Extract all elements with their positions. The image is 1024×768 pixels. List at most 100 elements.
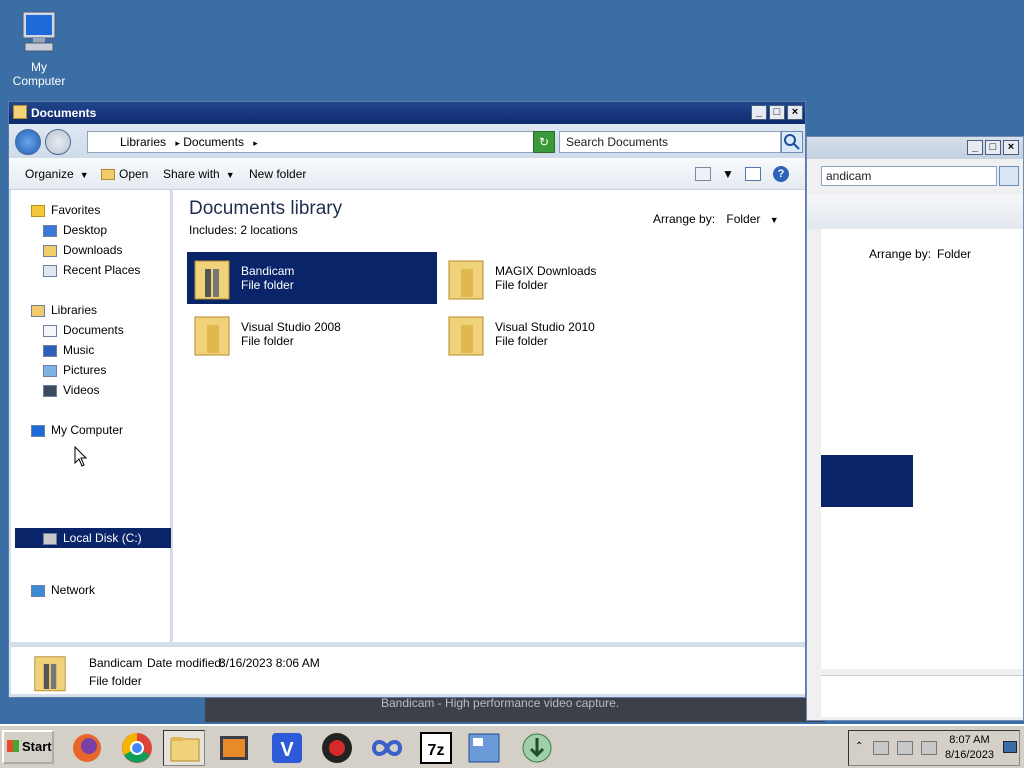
media-icon[interactable] xyxy=(213,730,255,766)
forward-button[interactable] xyxy=(45,129,71,155)
address-bar[interactable]: Libraries ▸ Documents ▸ xyxy=(87,131,535,153)
nav-favorites[interactable]: Favorites xyxy=(31,200,100,220)
library-title: Documents library xyxy=(189,198,343,219)
preview-pane-icon[interactable] xyxy=(745,167,761,181)
documents-window[interactable]: Documents _ □ × Libraries ▸ Documents ▸ … xyxy=(8,101,806,698)
drive-icon xyxy=(43,532,57,545)
library-includes[interactable]: Includes: 2 locations xyxy=(189,223,298,237)
title-bar[interactable]: Documents _ □ × xyxy=(9,102,805,124)
folder-icon xyxy=(194,260,230,300)
nav-computer-label: My Computer xyxy=(51,423,124,437)
installer-icon[interactable] xyxy=(516,730,558,766)
network-app-icon[interactable] xyxy=(463,730,505,766)
maximize-button[interactable]: □ xyxy=(769,105,785,120)
item-name: Visual Studio 2008 xyxy=(241,320,341,334)
firefox-icon[interactable] xyxy=(66,730,108,766)
share-with-label: Share with xyxy=(163,167,220,181)
videos-icon xyxy=(43,384,57,397)
folder-tile-vs2010[interactable]: Visual Studio 2010 File folder xyxy=(441,308,691,360)
organize-button[interactable]: Organize ▼ xyxy=(25,167,89,181)
bg-minimize-button[interactable]: _ xyxy=(967,140,983,155)
details-pane: Bandicam Date modified: 8/16/2023 8:06 A… xyxy=(11,646,805,694)
record-icon[interactable] xyxy=(316,730,358,766)
item-type: File folder xyxy=(241,334,294,348)
item-name: Bandicam xyxy=(241,264,295,278)
nav-music[interactable]: Music xyxy=(43,340,94,360)
help-icon[interactable]: ? xyxy=(773,166,789,182)
explorer-icon[interactable] xyxy=(163,730,205,766)
folder-tile-magix[interactable]: MAGIX Downloads File folder xyxy=(441,252,691,304)
clock-date: 8/16/2023 xyxy=(945,749,994,761)
arrange-by[interactable]: Arrange by: Folder ▼ xyxy=(653,212,779,226)
nav-downloads[interactable]: Downloads xyxy=(43,240,122,260)
content-pane: Documents library Includes: 2 locations … xyxy=(173,190,805,642)
new-folder-button[interactable]: New folder xyxy=(249,167,306,181)
navigation-pane: Favorites Desktop Downloads Recent Place… xyxy=(11,190,171,642)
pictures-icon xyxy=(43,364,57,377)
folder-icon xyxy=(13,105,27,119)
nav-my-computer[interactable]: My Computer xyxy=(31,420,123,440)
desktop-icon xyxy=(43,224,57,237)
start-button[interactable]: Start xyxy=(2,730,54,764)
item-name: Visual Studio 2010 xyxy=(495,320,595,334)
bg-close-button[interactable]: × xyxy=(1003,140,1019,155)
background-window[interactable]: _ □ × andicam Arrange by: Folder xyxy=(806,136,1024,721)
bg-search-icon[interactable] xyxy=(999,166,1019,186)
folder-tile-vs2008[interactable]: Visual Studio 2008 File folder xyxy=(187,308,437,360)
bg-arrange-value[interactable]: Folder xyxy=(937,247,971,261)
folder-tile-bandicam[interactable]: Bandicam File folder xyxy=(187,252,437,304)
desktop-my-computer[interactable]: My Computer xyxy=(4,8,74,88)
tray-expand-icon[interactable]: ⌃ xyxy=(855,741,863,752)
bg-selected-item[interactable] xyxy=(821,455,913,507)
clock[interactable]: 8:07 AM 8/16/2023 xyxy=(945,733,994,763)
minimize-button[interactable]: _ xyxy=(751,105,767,120)
nav-documents[interactable]: Documents xyxy=(43,320,124,340)
close-button[interactable]: × xyxy=(787,105,803,120)
bg-maximize-button[interactable]: □ xyxy=(985,140,1001,155)
views-icon[interactable] xyxy=(695,167,711,181)
nav-local-disk-label: Local Disk (C:) xyxy=(63,531,142,545)
bg-content: Arrange by: Folder xyxy=(821,229,1023,669)
v-app-icon[interactable]: V xyxy=(266,730,308,766)
command-bar: Organize ▼ Open Share with ▼ New folder ▼ … xyxy=(9,158,805,190)
chrome-icon[interactable] xyxy=(116,730,158,766)
nav-recent-places[interactable]: Recent Places xyxy=(43,260,140,280)
back-button[interactable] xyxy=(15,129,41,155)
nav-downloads-label: Downloads xyxy=(63,243,123,257)
refresh-icon[interactable]: ↻ xyxy=(533,131,555,153)
nav-pictures-label: Pictures xyxy=(63,363,107,377)
music-icon xyxy=(43,344,57,357)
nav-pictures[interactable]: Pictures xyxy=(43,360,106,380)
search-icon[interactable] xyxy=(781,131,803,153)
nav-videos[interactable]: Videos xyxy=(43,380,99,400)
open-button[interactable]: Open xyxy=(101,167,148,181)
nav-recent-label: Recent Places xyxy=(63,263,141,277)
nav-libraries-label: Libraries xyxy=(51,303,98,317)
search-input[interactable]: Search Documents xyxy=(559,131,781,153)
breadcrumb-documents[interactable]: Documents xyxy=(183,135,244,149)
bg-search-input[interactable]: andicam xyxy=(821,166,997,186)
start-label: Start xyxy=(22,739,52,754)
views-dropdown[interactable]: ▼ xyxy=(722,167,734,181)
open-label: Open xyxy=(119,167,149,181)
nav-documents-label: Documents xyxy=(63,323,124,337)
address-row: Libraries ▸ Documents ▸ ↻ Search Documen… xyxy=(9,124,805,158)
folder-icon xyxy=(194,316,230,356)
network-status-icon[interactable] xyxy=(897,741,913,755)
clock-time: 8:07 AM xyxy=(949,734,990,746)
volume-icon[interactable] xyxy=(921,741,937,755)
nav-network[interactable]: Network xyxy=(31,580,95,600)
share-with-button[interactable]: Share with ▼ xyxy=(163,167,235,181)
folder-icon xyxy=(34,656,66,692)
infinity-icon[interactable] xyxy=(366,730,408,766)
7zip-label: 7z xyxy=(428,742,445,759)
action-center-icon[interactable] xyxy=(873,741,889,755)
breadcrumb-libraries[interactable]: Libraries xyxy=(120,135,166,149)
details-name: Bandicam xyxy=(89,656,143,670)
nav-libraries[interactable]: Libraries xyxy=(31,300,97,320)
7zip-icon[interactable]: 7z xyxy=(415,730,457,766)
nav-desktop[interactable]: Desktop xyxy=(43,220,107,240)
show-desktop-icon[interactable] xyxy=(1003,741,1017,753)
open-icon xyxy=(101,169,115,181)
nav-local-disk[interactable]: Local Disk (C:) xyxy=(15,528,171,548)
